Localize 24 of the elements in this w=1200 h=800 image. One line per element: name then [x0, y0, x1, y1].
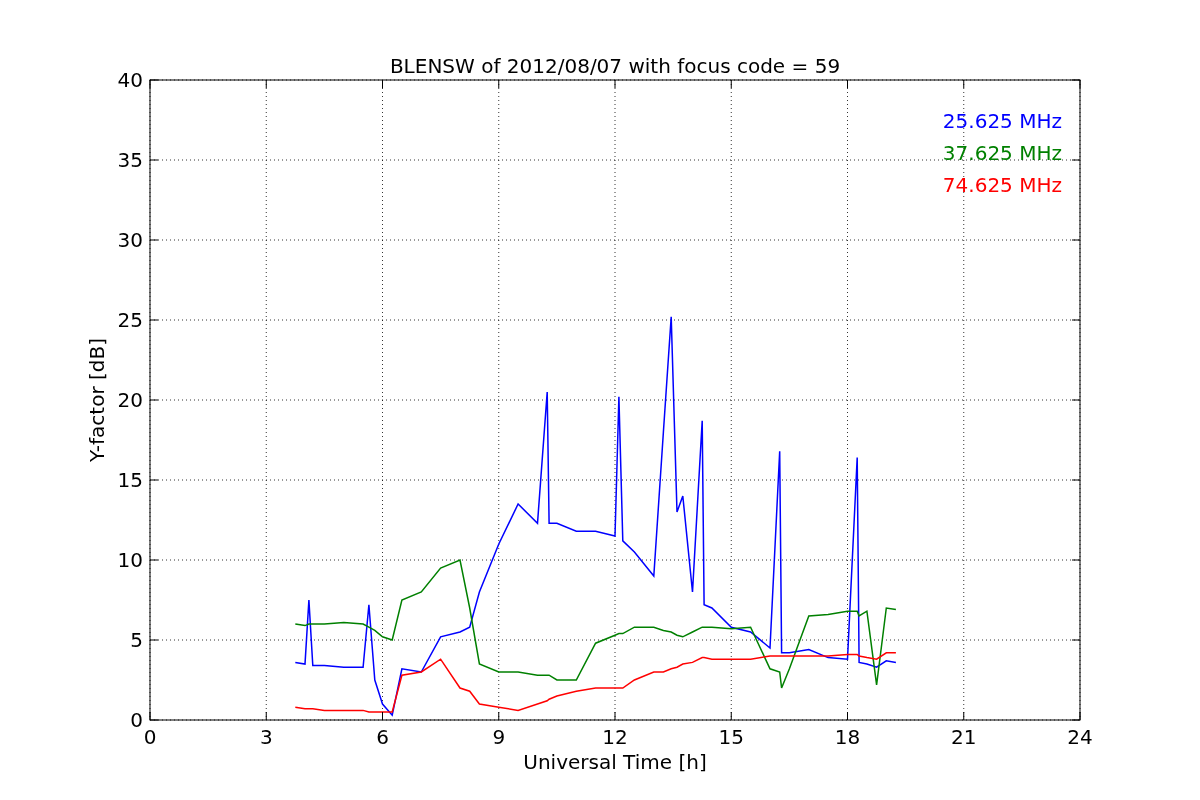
x-tick-label: 15: [718, 725, 744, 749]
y-tick-label: 40: [117, 68, 143, 92]
x-tick-label: 0: [143, 725, 157, 749]
x-tick-label: 9: [492, 725, 506, 749]
y-axis-label: Y-factor [dB]: [85, 338, 109, 462]
legend-label: 74.625 MHz: [942, 173, 1062, 197]
x-tick-label: 21: [951, 725, 977, 749]
y-tick-label: 30: [117, 228, 143, 252]
x-tick-label: 3: [259, 725, 273, 749]
y-tick-label: 5: [130, 628, 143, 652]
legend-label: 25.625 MHz: [942, 109, 1062, 133]
x-tick-label: 24: [1067, 725, 1093, 749]
y-tick-label: 25: [117, 308, 143, 332]
y-tick-label: 0: [130, 708, 143, 732]
x-tick-label: 12: [602, 725, 628, 749]
y-tick-label: 35: [117, 148, 143, 172]
x-axis-label: Universal Time [h]: [523, 750, 707, 774]
y-tick-label: 15: [117, 468, 143, 492]
y-tick-label: 20: [117, 388, 143, 412]
x-tick-label: 6: [376, 725, 389, 749]
legend-label: 37.625 MHz: [942, 141, 1062, 165]
x-tick-label: 18: [834, 725, 861, 749]
y-tick-label: 10: [117, 548, 143, 572]
chart-title: BLENSW of 2012/08/07 with focus code = 59: [389, 54, 841, 78]
